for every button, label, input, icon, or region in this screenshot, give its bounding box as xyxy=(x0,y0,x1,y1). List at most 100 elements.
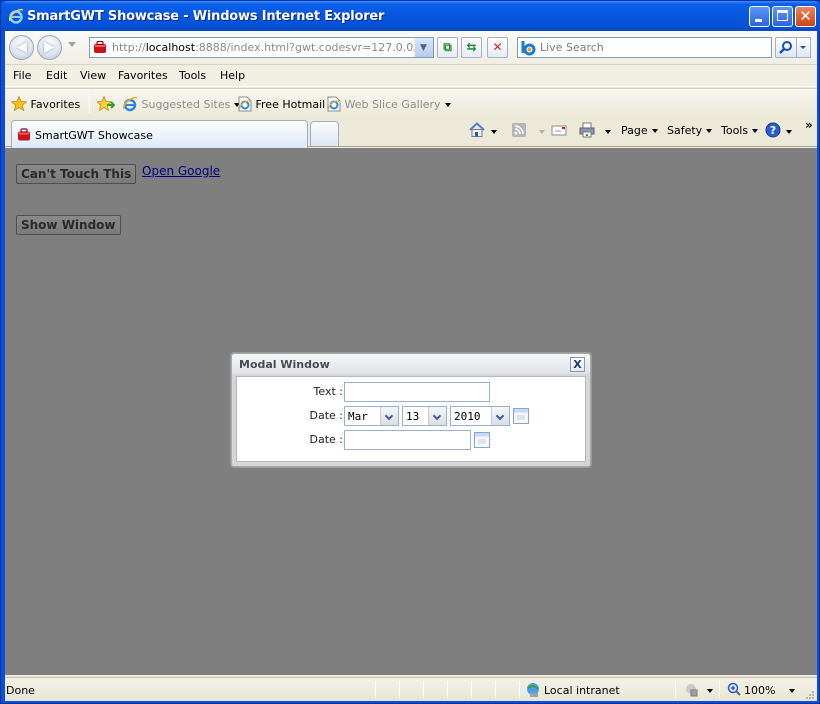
home-icon[interactable] xyxy=(469,122,485,138)
close-icon: X xyxy=(573,358,582,371)
chevron-down-icon[interactable] xyxy=(380,407,398,425)
window-title: SmartGWT Showcase - Windows Internet Exp… xyxy=(27,9,385,24)
menu-view[interactable]: View xyxy=(80,69,106,82)
safety-menu-label: Safety xyxy=(667,124,703,137)
recent-pages-dropdown[interactable] xyxy=(68,42,76,47)
date-picker-calendar-icon[interactable] xyxy=(513,408,529,424)
chevron-down-icon[interactable] xyxy=(491,407,509,425)
stop-button[interactable]: ✕ xyxy=(487,37,508,58)
chevron-down-icon: ▼ xyxy=(420,43,427,53)
search-go-button[interactable] xyxy=(775,37,797,58)
zoom-dropdown-arrow-icon[interactable] xyxy=(789,689,795,693)
date-field-label: Date : xyxy=(309,433,344,446)
year-select[interactable]: 2010 xyxy=(450,406,510,426)
page-content: Can't Touch This Open Google Show Window… xyxy=(5,148,817,675)
page-menu[interactable]: Page xyxy=(621,124,658,137)
open-google-link[interactable]: Open Google xyxy=(142,164,220,178)
live-search-logo-icon xyxy=(521,41,536,56)
toolbox-favicon-icon xyxy=(94,40,106,53)
read-mail-icon[interactable] xyxy=(551,122,567,138)
menu-file[interactable]: File xyxy=(13,69,31,82)
address-input[interactable]: http://localhost:8888/index.html?gwt.cod… xyxy=(89,37,434,58)
maximize-icon xyxy=(777,10,788,21)
favorites-bar: Favorites Suggested Sites Free Hotmail W… xyxy=(5,88,817,117)
modal-header[interactable]: Modal Window X xyxy=(232,354,590,374)
back-button[interactable]: ◀ xyxy=(9,35,34,60)
date-text-input[interactable] xyxy=(344,430,471,450)
page-menu-label: Page xyxy=(621,124,648,137)
favorites-button[interactable]: Favorites xyxy=(10,95,80,112)
tools-menu[interactable]: Tools xyxy=(721,124,759,137)
magnifier-icon xyxy=(779,41,792,54)
resize-grip-icon[interactable] xyxy=(805,690,815,700)
show-window-button[interactable]: Show Window xyxy=(16,215,121,235)
new-tab-button[interactable] xyxy=(310,121,339,146)
menu-edit[interactable]: Edit xyxy=(46,69,67,82)
modal-title: Modal Window xyxy=(239,358,330,371)
browser-client: ◀ ▶ http://localhost:8888/index.html?gwt… xyxy=(5,31,817,701)
date-field-label: Date : xyxy=(309,409,344,422)
search-box[interactable] xyxy=(517,37,772,58)
help-icon[interactable]: ? xyxy=(765,122,781,138)
dropdown-arrow-icon[interactable] xyxy=(707,689,713,693)
menu-favorites[interactable]: Favorites xyxy=(118,69,168,82)
search-input[interactable] xyxy=(540,40,768,55)
maximize-button[interactable] xyxy=(772,6,793,27)
zoom-magnifier-icon[interactable] xyxy=(727,682,742,697)
home-dropdown-arrow-icon[interactable] xyxy=(491,130,497,134)
ie-page-icon xyxy=(238,96,252,112)
browser-window: SmartGWT Showcase - Windows Internet Exp… xyxy=(0,0,820,704)
date-picker-calendar-icon[interactable] xyxy=(474,432,490,448)
safety-menu[interactable]: Safety xyxy=(667,124,713,137)
feeds-icon[interactable] xyxy=(511,122,527,138)
dropdown-arrow-icon xyxy=(651,129,658,133)
web-slice-gallery-link[interactable]: Web Slice Gallery xyxy=(327,96,451,112)
web-slice-gallery-label: Web Slice Gallery xyxy=(344,98,441,111)
search-options-dropdown[interactable] xyxy=(797,37,811,58)
text-input[interactable] xyxy=(344,382,490,402)
status-bar: Done Local intranet 100% xyxy=(5,677,817,701)
chevron-down-icon xyxy=(800,46,806,49)
day-select[interactable]: 13 xyxy=(402,406,447,426)
text-field-label: Text : xyxy=(313,385,343,398)
toolbox-favicon-icon xyxy=(18,128,30,141)
suggested-sites-link[interactable]: Suggested Sites xyxy=(122,96,241,112)
stop-icon: ✕ xyxy=(492,40,503,54)
toolbar-overflow-chevron-icon[interactable]: » xyxy=(805,118,813,132)
ie-page-icon xyxy=(123,96,138,112)
add-to-favorites-bar-button[interactable] xyxy=(96,95,116,112)
address-url: http://localhost:8888/index.html?gwt.cod… xyxy=(112,41,433,54)
status-separator xyxy=(471,681,472,698)
address-dropdown-button[interactable]: ▼ xyxy=(415,37,434,58)
menu-tools[interactable]: Tools xyxy=(179,69,206,82)
print-dropdown-arrow-icon[interactable] xyxy=(605,130,611,134)
free-hotmail-link[interactable]: Free Hotmail xyxy=(238,96,325,112)
title-bar: SmartGWT Showcase - Windows Internet Exp… xyxy=(1,1,820,31)
chevron-down-icon[interactable] xyxy=(428,407,446,425)
tab-bar: SmartGWT Showcase Page Safety Tools ? » xyxy=(5,117,817,148)
compatibility-icon: ⧉ xyxy=(443,40,452,54)
refresh-button[interactable]: ⇆ xyxy=(461,37,482,58)
close-button[interactable]: ✕ xyxy=(795,6,816,27)
minimize-button[interactable] xyxy=(749,6,770,27)
status-separator xyxy=(399,681,400,698)
month-select[interactable]: Mar xyxy=(344,406,399,426)
compatibility-view-button[interactable]: ⧉ xyxy=(437,37,458,58)
cant-touch-this-button[interactable]: Can't Touch This xyxy=(16,164,137,184)
free-hotmail-label: Free Hotmail xyxy=(255,98,326,111)
modal-close-button[interactable]: X xyxy=(570,357,585,372)
modal-form: Text : Date : Mar 13 2010 Date: xyxy=(236,376,586,462)
status-separator xyxy=(495,681,496,698)
menu-help[interactable]: Help xyxy=(220,69,245,82)
forward-button[interactable]: ▶ xyxy=(37,35,62,60)
favorites-star-icon xyxy=(10,95,28,112)
tab-smartgwt-showcase[interactable]: SmartGWT Showcase xyxy=(11,120,308,148)
status-separator xyxy=(375,681,376,698)
status-separator xyxy=(519,681,520,698)
print-icon[interactable] xyxy=(579,122,595,138)
help-dropdown-arrow-icon[interactable] xyxy=(786,130,792,134)
zoom-level[interactable]: 100% xyxy=(744,684,775,697)
protected-mode-lock-icon[interactable] xyxy=(685,683,699,697)
local-intranet-zone-icon[interactable] xyxy=(525,682,542,698)
feeds-dropdown-arrow-icon xyxy=(539,130,545,134)
